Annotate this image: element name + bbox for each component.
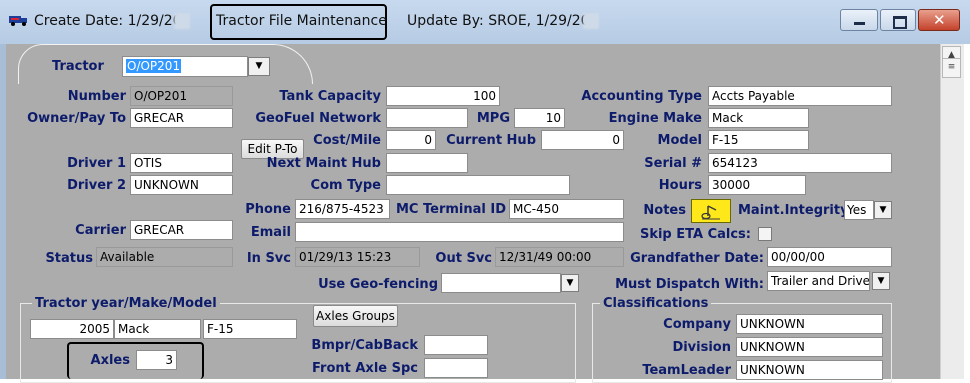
geofencing-select[interactable] (441, 273, 561, 293)
bmpr-cabback-label: Bmpr/CabBack (311, 338, 418, 353)
maximize-icon (893, 16, 907, 29)
carrier-field[interactable]: GRECAR (130, 220, 233, 240)
status-value: Available (96, 247, 233, 267)
company-label: Company (663, 317, 731, 332)
tractor-label: Tractor (52, 59, 104, 74)
division-field[interactable]: UNKNOWN (736, 337, 883, 357)
number-value: O/OP201 (130, 86, 233, 106)
year-field[interactable]: 2005 (30, 319, 114, 339)
front-axle-spc-field[interactable] (424, 358, 488, 378)
current-hub-label: Current Hub (446, 133, 536, 148)
driver2-label: Driver 2 (67, 178, 126, 193)
notes-label: Notes (643, 203, 686, 218)
window-title: Tractor File Maintenance (216, 13, 387, 29)
mpg-field[interactable]: 10 (514, 108, 565, 128)
geofuel-label: GeoFuel Network (255, 111, 381, 126)
teamleader-label: TeamLeader (642, 363, 731, 378)
mpg-label: MPG (476, 111, 510, 126)
phone-field[interactable]: 216/875-4523 (295, 199, 390, 219)
teamleader-field[interactable]: UNKNOWN (736, 360, 883, 380)
company-field[interactable]: UNKNOWN (736, 314, 883, 334)
redacted-area (583, 13, 599, 29)
skip-eta-label: Skip ETA Calcs: (639, 227, 751, 242)
accounting-type-label: Accounting Type (581, 89, 702, 104)
minimize-button[interactable] (840, 9, 878, 31)
owner-label: Owner/Pay To (27, 111, 126, 126)
model-year-field[interactable]: F-15 (203, 319, 297, 339)
scroll-thumb[interactable]: ≡ (942, 58, 961, 78)
create-date: Create Date: 1/29/20 (34, 13, 182, 29)
email-label: Email (250, 225, 291, 240)
grandfather-date-label: Grandfather Date: (630, 251, 764, 266)
tractor-dropdown-icon[interactable]: ▼ (248, 57, 270, 76)
ymm-group-title: Tractor year/Make/Model (32, 296, 220, 311)
notes-button[interactable] (691, 199, 731, 223)
hours-field[interactable]: 30000 (708, 175, 806, 195)
next-maint-hub-field[interactable] (386, 153, 468, 173)
geofuel-field[interactable] (386, 108, 468, 128)
must-dispatch-label: Must Dispatch With: (615, 277, 764, 292)
update-by: Update By: SROE, 1/29/20 (407, 13, 590, 29)
driver2-field[interactable]: UNKNOWN (130, 175, 233, 195)
maint-integrity-dropdown-icon[interactable]: ▼ (874, 201, 892, 219)
email-field[interactable] (295, 222, 624, 242)
com-type-field[interactable] (386, 175, 570, 195)
current-hub-field[interactable]: 0 (541, 130, 624, 150)
maximize-button[interactable] (880, 9, 916, 31)
out-svc-value: 12/31/49 00:00 (495, 247, 624, 267)
out-svc-label: Out Svc (435, 251, 492, 266)
mc-terminal-field[interactable]: MC-450 (509, 199, 624, 219)
com-type-label: Com Type (310, 178, 381, 193)
next-maint-hub-label: Next Maint Hub (266, 156, 381, 171)
driver1-field[interactable]: OTIS (130, 153, 233, 173)
in-svc-value: 01/29/13 15:23 (295, 247, 420, 267)
serial-label: Serial # (644, 156, 702, 171)
axles-field[interactable]: 3 (136, 350, 177, 370)
division-label: Division (672, 340, 731, 355)
app-icon (9, 14, 29, 26)
bmpr-cabback-field[interactable] (424, 335, 488, 355)
maint-integrity-label: Maint.Integrity (738, 203, 849, 218)
mc-terminal-label: MC Terminal ID (395, 202, 506, 217)
in-svc-label: In Svc (246, 251, 291, 266)
geofencing-label: Use Geo-fencing (318, 277, 438, 292)
tractor-select[interactable]: O/OP201 (122, 56, 248, 77)
engine-make-label: Engine Make (608, 111, 702, 126)
vertical-scrollbar[interactable] (940, 44, 964, 379)
grandfather-date-field[interactable]: 00/00/00 (767, 247, 892, 267)
axles-label: Axles (90, 353, 130, 368)
status-label: Status (45, 251, 93, 266)
driver1-label: Driver 1 (67, 156, 126, 171)
phone-label: Phone (245, 202, 291, 217)
serial-field[interactable]: 654123 (708, 153, 892, 173)
redacted-area (174, 13, 190, 29)
cost-mile-label: Cost/Mile (313, 133, 381, 148)
classifications-title: Classifications (600, 296, 712, 311)
tractor-value: O/OP201 (126, 59, 182, 73)
tank-capacity-label: Tank Capacity (279, 89, 381, 104)
number-label: Number (67, 89, 126, 104)
owner-field[interactable]: GRECAR (130, 108, 233, 128)
skip-eta-checkbox[interactable] (758, 227, 772, 241)
engine-make-field[interactable]: Mack (708, 108, 809, 128)
front-axle-spc-label: Front Axle Spc (311, 361, 418, 376)
model-field[interactable]: F-15 (708, 130, 809, 150)
minimize-icon (854, 22, 865, 25)
cost-mile-field[interactable]: 0 (386, 130, 436, 150)
hours-label: Hours (658, 178, 702, 193)
must-dispatch-select[interactable]: Trailer and Driver (767, 271, 870, 291)
must-dispatch-dropdown-icon[interactable]: ▼ (872, 272, 890, 290)
close-button[interactable]: ✕ (918, 9, 960, 31)
close-icon: ✕ (933, 11, 946, 29)
note-icon (701, 205, 720, 220)
make-field[interactable]: Mack (114, 319, 201, 339)
maint-integrity-select[interactable]: Yes (844, 200, 874, 220)
accounting-type-field[interactable]: Accts Payable (708, 86, 892, 106)
tank-capacity-field[interactable]: 100 (386, 86, 500, 106)
carrier-label: Carrier (75, 223, 126, 238)
axles-groups-button[interactable]: Axles Groups (313, 305, 398, 327)
geofencing-dropdown-icon[interactable]: ▼ (561, 274, 579, 292)
model-label: Model (657, 133, 702, 148)
